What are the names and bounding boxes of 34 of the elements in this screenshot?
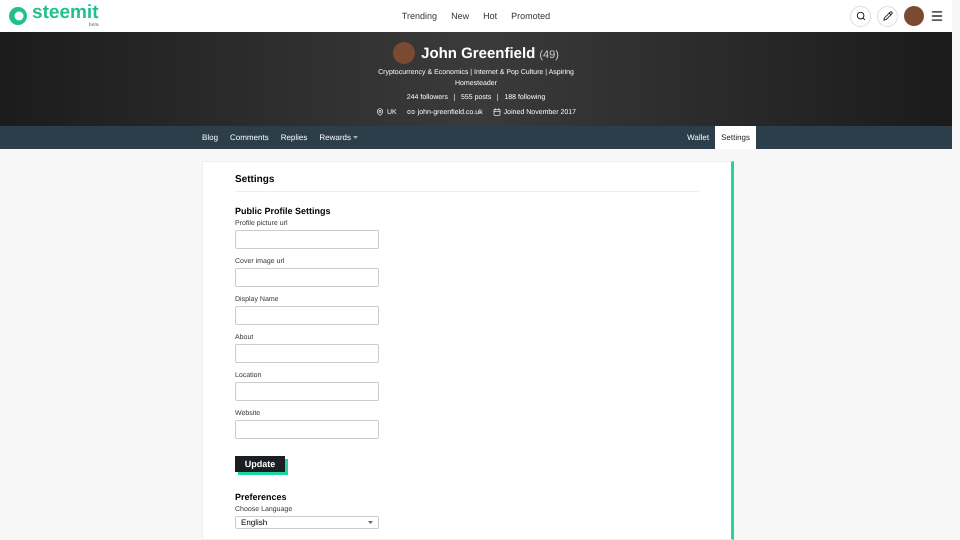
link-icon <box>406 108 415 116</box>
nav-link[interactable]: Hot <box>483 11 498 21</box>
search-icon <box>856 11 866 21</box>
input-field[interactable] <box>235 344 379 363</box>
caret-icon <box>368 521 373 524</box>
settings-title: Settings <box>235 172 699 192</box>
nav-link[interactable]: New <box>451 11 470 21</box>
menu-icon[interactable] <box>930 9 944 23</box>
input-field[interactable] <box>235 268 379 287</box>
profile-tab[interactable]: Wallet <box>681 126 716 149</box>
profile-name: John Greenfield (49) <box>421 44 559 62</box>
profile-tab[interactable]: Settings <box>715 126 756 149</box>
profile-tab[interactable]: Comments <box>224 126 275 149</box>
section-title: Public Profile Settings <box>235 206 332 216</box>
nav-link[interactable]: Promoted <box>511 11 550 21</box>
profile-tab[interactable]: Replies <box>274 126 314 149</box>
input-field[interactable] <box>235 382 379 401</box>
profile-tab[interactable]: Rewards <box>313 126 364 149</box>
section-title: Preferences <box>235 492 288 502</box>
nav-link[interactable]: Trending <box>402 11 438 21</box>
edit-button[interactable] <box>877 6 898 26</box>
language-select[interactable]: English <box>235 516 379 529</box>
pin-icon <box>376 108 384 116</box>
calendar-icon <box>492 108 501 116</box>
profile-tab[interactable]: Blog <box>196 126 224 149</box>
search-button[interactable] <box>850 6 871 26</box>
input-field[interactable] <box>235 306 379 325</box>
avatar[interactable] <box>904 6 924 26</box>
pencil-icon <box>882 11 892 21</box>
update-button[interactable]: Update <box>235 456 285 472</box>
input-field[interactable] <box>235 420 379 439</box>
profile-avatar <box>393 42 416 64</box>
input-field[interactable] <box>235 230 379 249</box>
logo-icon <box>8 6 28 26</box>
